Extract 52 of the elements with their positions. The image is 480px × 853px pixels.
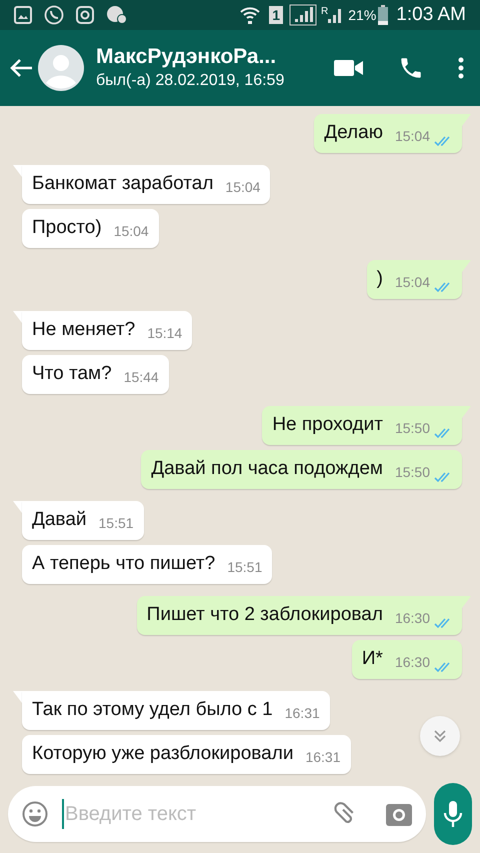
sim-badge: 1 (269, 6, 284, 24)
signal-icon (289, 4, 318, 26)
message-time: 16:30 (394, 609, 430, 628)
phone-circle-icon (44, 5, 64, 25)
double-chevron-down-icon (433, 729, 447, 743)
emoji-icon[interactable] (22, 801, 48, 827)
message-time: 16:31 (284, 704, 320, 723)
message-time: 15:04 (225, 178, 260, 197)
image-icon (14, 6, 32, 24)
camera-icon[interactable] (386, 802, 412, 826)
message-text: Давай (32, 508, 86, 532)
message-time: 15:51 (98, 514, 134, 533)
message-text: Просто) (32, 216, 102, 240)
message-time: 16:30 (394, 653, 430, 672)
message-text: Не проходит (272, 413, 383, 438)
message-time: 15:04 (394, 273, 430, 292)
message-text: И* (362, 647, 383, 672)
message-text: Давай пол часа подождем (151, 457, 383, 482)
message-text: А теперь что пишет? (32, 552, 216, 576)
message-time: 15:50 (394, 463, 430, 482)
message-text: Не меняет? (32, 318, 136, 342)
video-call-icon[interactable] (334, 59, 364, 77)
microphone-icon (443, 800, 463, 828)
contact-name[interactable]: МаксРудэнкоРа... (96, 44, 334, 70)
message-time: 15:50 (394, 419, 430, 438)
last-seen-status: был(-а) 28.02.2019, 16:59 (96, 71, 286, 91)
message-time: 15:04 (114, 222, 149, 241)
message-text: Пишет что 2 заблокировал (146, 603, 383, 628)
battery-icon (378, 5, 388, 25)
message-text: ) (376, 267, 383, 292)
message-time: 15:44 (124, 368, 159, 387)
microphone-button[interactable] (434, 783, 472, 845)
wifi-icon (239, 5, 262, 25)
battery-percent: 21% (348, 6, 376, 24)
message-time: 16:31 (305, 748, 340, 767)
back-arrow-icon[interactable] (8, 57, 34, 79)
roaming-indicator: R (321, 5, 328, 19)
message-text: Делаю (324, 121, 383, 146)
message-time: 15:51 (227, 558, 262, 577)
message-time: 15:04 (394, 127, 430, 146)
input-bar[interactable]: Введите текст (8, 786, 426, 842)
message-text: Банкомат заработал (32, 172, 214, 196)
message-text: Так по этому удел было с 1 (32, 698, 273, 722)
message-text: Которую уже разблокировали (32, 742, 294, 766)
clock-time: 1:03 AM (396, 2, 466, 27)
message-time: 15:14 (147, 324, 182, 343)
camera-icon (76, 6, 94, 24)
message-input[interactable]: Введите текст (62, 799, 330, 829)
more-options-icon[interactable] (458, 56, 464, 80)
signal-icon (328, 7, 342, 23)
avatar-icon[interactable] (38, 45, 84, 91)
message-text: Что там? (32, 362, 112, 386)
